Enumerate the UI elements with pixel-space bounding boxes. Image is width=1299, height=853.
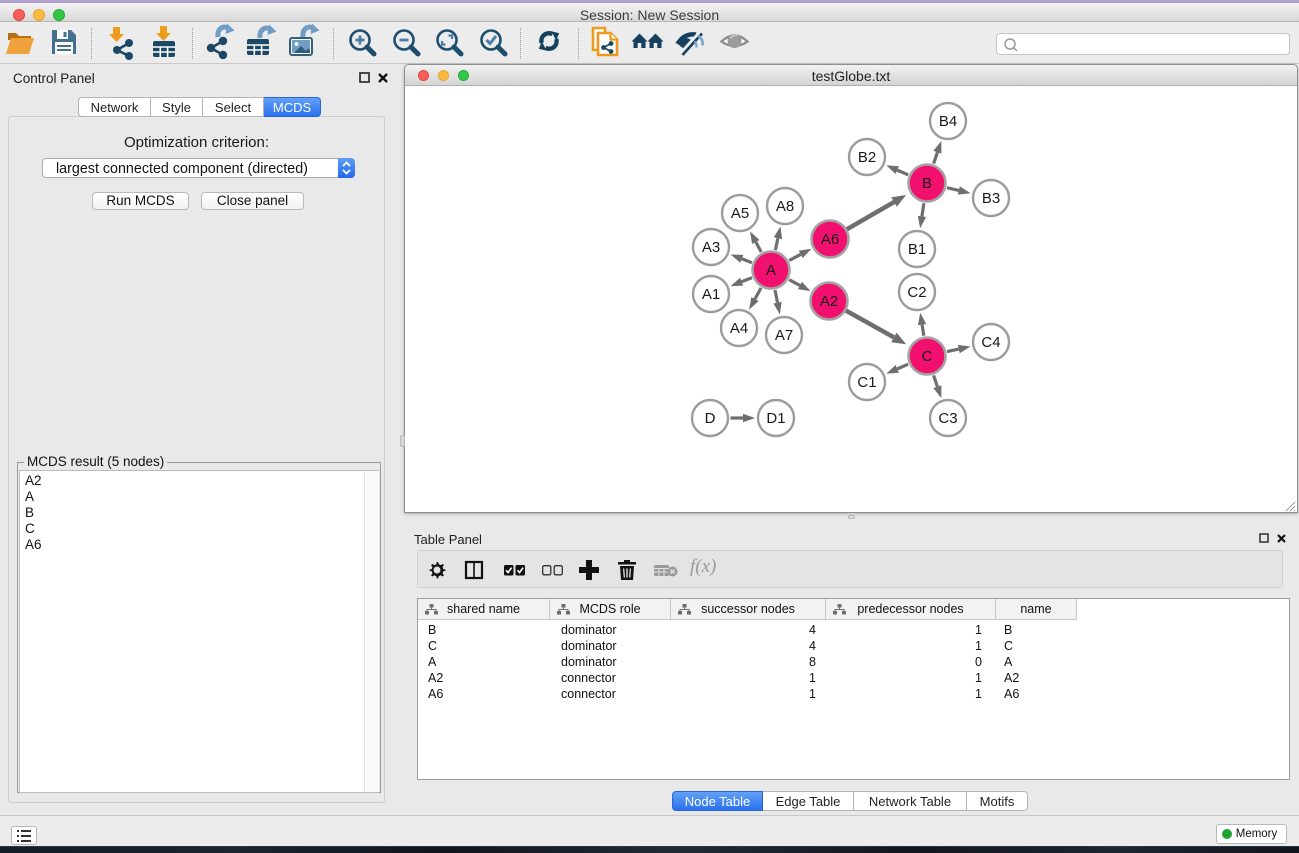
svg-text:C2: C2 <box>907 284 926 301</box>
svg-text:A4: A4 <box>730 320 748 337</box>
svg-text:A5: A5 <box>731 205 749 222</box>
svg-text:A: A <box>766 262 776 279</box>
svg-text:C: C <box>922 348 933 365</box>
svg-text:B2: B2 <box>858 149 876 166</box>
svg-text:B3: B3 <box>982 190 1000 207</box>
svg-text:A1: A1 <box>702 286 720 303</box>
svg-text:B4: B4 <box>939 113 957 130</box>
svg-text:A6: A6 <box>821 231 839 248</box>
svg-text:B1: B1 <box>908 241 926 258</box>
svg-text:B: B <box>922 175 932 192</box>
svg-text:D1: D1 <box>766 410 785 427</box>
svg-text:C4: C4 <box>981 334 1000 351</box>
svg-text:A7: A7 <box>775 327 793 344</box>
svg-text:A8: A8 <box>776 198 794 215</box>
svg-text:A3: A3 <box>702 239 720 256</box>
svg-text:D: D <box>705 410 716 427</box>
svg-text:A2: A2 <box>820 293 838 310</box>
svg-text:C3: C3 <box>938 410 957 427</box>
svg-text:C1: C1 <box>857 374 876 391</box>
